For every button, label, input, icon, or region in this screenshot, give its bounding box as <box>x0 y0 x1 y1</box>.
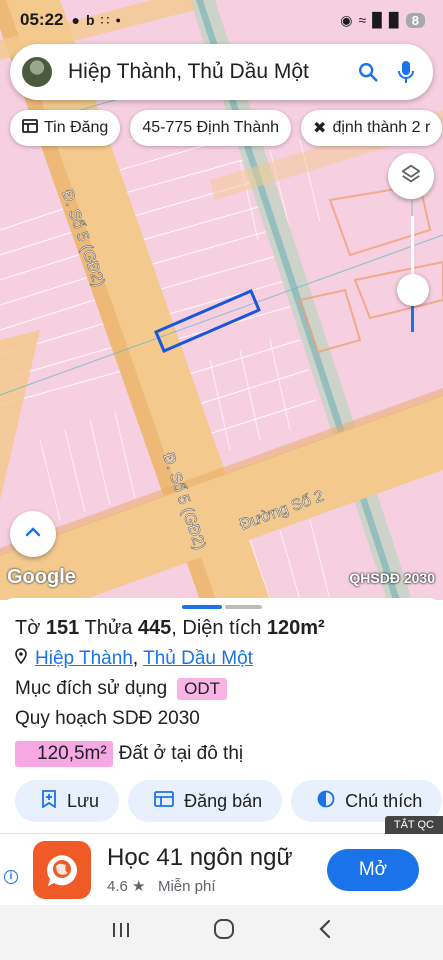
search-bar[interactable]: Hiệp Thành, Thủ Dầu Một <box>10 44 433 100</box>
ad-app-meta: 4.6 ★ Miễn phí <box>107 877 216 895</box>
purpose-label: Mục đích sử dụng <box>15 678 168 699</box>
opacity-slider-handle[interactable] <box>397 274 429 306</box>
wifi-icon: ≈ <box>358 12 367 28</box>
legend-icon <box>317 790 335 813</box>
location-pin-icon <box>15 648 27 670</box>
dot-icon: ● <box>115 15 121 25</box>
thua-value: 445 <box>137 617 172 639</box>
plan-label: Quy hoạch SDĐ 2030 <box>15 708 200 729</box>
ad-info-icon[interactable]: i <box>4 870 18 884</box>
save-label: Lưu <box>67 790 100 811</box>
chips-row: Tin Đăng 45-775 Định Thành ✖ định thành … <box>10 110 443 146</box>
chip-dinh-thanh-2[interactable]: ✖ định thành 2 r <box>301 110 443 146</box>
thua-label: Thửa <box>84 617 133 639</box>
back-icon[interactable] <box>317 918 333 947</box>
parcel-info-sheet[interactable]: Tờ 151 Thửa 445, Diện tích 120m² Hiệp Th… <box>0 598 443 833</box>
screen: Đ. Số 5 (GĐ2) Đ. Số 5 (GĐ2) Đường Số 2 0… <box>0 0 443 960</box>
chevron-up-icon <box>25 525 41 543</box>
to-value: 151 <box>45 617 80 639</box>
overlay-label: QHSDĐ 2030 <box>349 570 435 586</box>
ad-banner[interactable]: i Học 41 ngôn ngữ 4.6 ★ Miễn phí Mở <box>0 833 443 905</box>
search-input[interactable]: Hiệp Thành, Thủ Dầu Một <box>68 60 343 84</box>
separator: , <box>132 648 139 669</box>
avatar[interactable] <box>22 57 52 87</box>
parcel-title: Tờ 151 Thửa 445, Diện tích 120m² <box>15 617 325 640</box>
b-icon: b <box>85 12 95 28</box>
area-value: 120m² <box>266 617 325 639</box>
ad-app-name: Học 41 ngôn ngữ <box>107 844 293 871</box>
post-sale-button[interactable]: Đăng bán <box>128 780 283 822</box>
purpose-badge: ODT <box>177 678 228 700</box>
battery-indicator: 8 <box>405 12 425 28</box>
ad-rating: 4.6 ★ <box>107 878 146 895</box>
plan-area-row: 120,5m² Đất ở tại đô thị <box>15 741 243 767</box>
chip-label: Tin Đăng <box>44 119 109 136</box>
expand-up-button[interactable] <box>10 511 56 557</box>
plan-area-badge: 120,5m² <box>15 741 113 767</box>
location-icon: ◉ <box>340 11 353 28</box>
chip-tin-dang[interactable]: Tin Đăng <box>10 110 121 146</box>
layers-button[interactable] <box>388 153 434 199</box>
area-label: , Diện tích <box>171 617 262 639</box>
clock: 05:22 <box>20 10 64 29</box>
location-row: Hiệp Thành, Thủ Dầu Một <box>15 648 253 670</box>
post-icon <box>154 790 174 812</box>
city-link[interactable]: Thủ Dầu Một <box>143 648 253 669</box>
chip-dinh-thanh[interactable]: 45-775 Định Thành <box>130 110 292 146</box>
chip-label: định thành 2 r <box>332 119 431 136</box>
sheet-handle[interactable] <box>225 605 262 609</box>
ad-price: Miễn phí <box>157 878 216 895</box>
home-icon[interactable] <box>212 918 236 947</box>
legend-label: Chú thích <box>345 790 423 811</box>
status-bar: 05:22 ● b ∷ ● ◉ ≈ ▉ ▉ 8 <box>0 0 443 40</box>
system-nav-bar <box>0 905 443 960</box>
post-sale-label: Đăng bán <box>184 790 263 811</box>
plan-area-desc: Đất ở tại đô thị <box>118 743 244 764</box>
purpose-row: Mục đích sử dụng ODT <box>15 678 228 700</box>
layers-icon <box>400 163 422 190</box>
app-logo[interactable] <box>33 841 91 899</box>
actions-row: Lưu Đăng bán Chú thích <box>15 780 443 822</box>
dots-app-icon: ∷ <box>100 11 110 28</box>
flame-icon: ● <box>71 12 80 28</box>
close-ad-button[interactable]: TẮT QC <box>384 816 443 834</box>
microphone-icon[interactable] <box>393 59 419 85</box>
listing-icon <box>22 118 38 138</box>
tools-icon: ✖ <box>313 120 327 137</box>
sheet-handle-active[interactable] <box>182 605 222 609</box>
google-logo: Google <box>7 566 76 588</box>
recent-apps-icon[interactable] <box>110 919 132 947</box>
save-button[interactable]: Lưu <box>15 780 120 822</box>
ward-link[interactable]: Hiệp Thành <box>35 648 133 669</box>
chip-label: 45-775 Định Thành <box>142 119 280 136</box>
search-icon[interactable] <box>355 59 381 85</box>
ad-open-button[interactable]: Mở <box>327 849 419 891</box>
signal2-icon: ▉ <box>388 11 400 28</box>
to-label: Tờ <box>15 617 41 639</box>
signal-icon: ▉ <box>372 11 383 28</box>
bookmark-plus-icon <box>41 789 57 813</box>
